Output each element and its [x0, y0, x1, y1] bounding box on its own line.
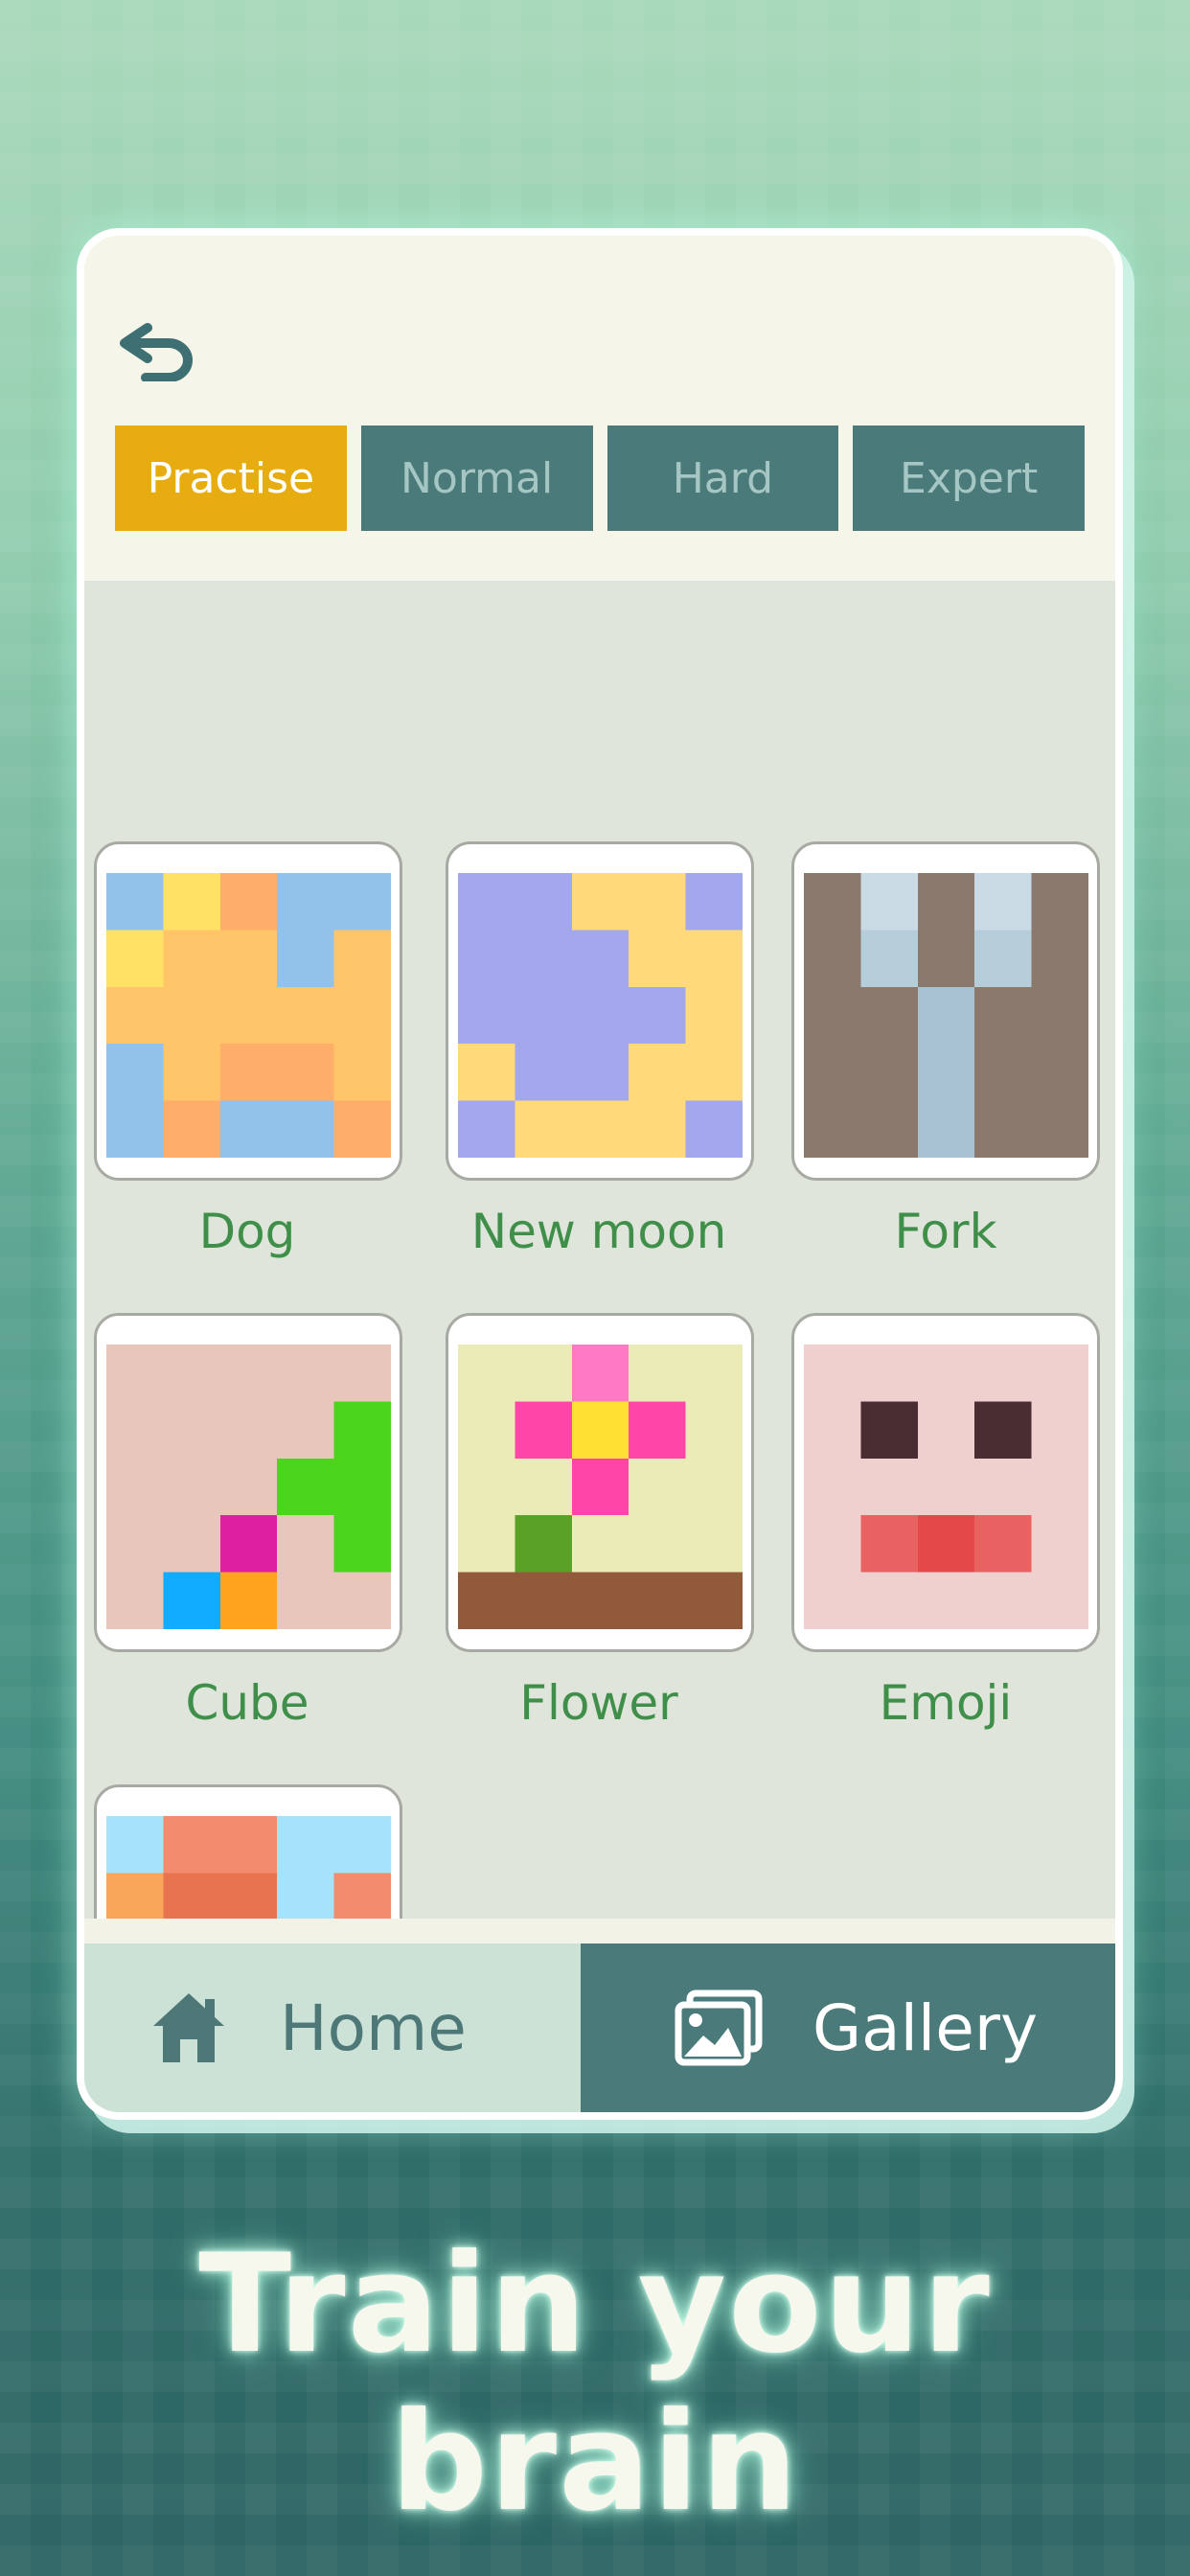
- nav-gallery-label: Gallery: [812, 1990, 1039, 2065]
- nav-home-label: Home: [280, 1990, 467, 2065]
- puzzle-card-new-moon[interactable]: [446, 841, 754, 1181]
- fork-thumbnail: [804, 873, 1088, 1158]
- puzzle-label: Fork: [894, 1204, 997, 1259]
- puzzle-label: Flower: [519, 1675, 678, 1731]
- puzzle-card-fork[interactable]: [791, 841, 1100, 1181]
- dog-thumbnail: [106, 873, 391, 1158]
- cube-thumbnail: [106, 1345, 391, 1629]
- header: Practise Normal Hard Expert: [84, 236, 1115, 581]
- puzzle-card-cube[interactable]: [94, 1313, 402, 1652]
- divider-strip: [84, 1919, 1115, 1944]
- puzzle-label: Cube: [185, 1675, 309, 1731]
- puzzle-label: Dog: [198, 1204, 296, 1259]
- puzzle-card-flower[interactable]: [446, 1313, 754, 1652]
- flower-thumbnail: [458, 1345, 743, 1629]
- back-button[interactable]: [113, 310, 205, 387]
- undo-arrow-icon: [120, 323, 193, 381]
- nav-home-button[interactable]: Home: [84, 1944, 581, 2112]
- puzzle-label: Emoji: [879, 1675, 1013, 1731]
- puzzle-label: New moon: [470, 1204, 727, 1259]
- emoji-thumbnail: [804, 1345, 1088, 1629]
- tab-practise[interactable]: Practise: [115, 426, 347, 531]
- new-moon-thumbnail: [458, 873, 743, 1158]
- home-icon: [153, 1993, 224, 2062]
- promo-headline: Train your brain: [198, 2225, 992, 2542]
- puzzle-card-emoji[interactable]: [791, 1313, 1100, 1652]
- difficulty-tabs: Practise Normal Hard Expert: [115, 426, 1085, 531]
- bottom-nav: Home Gallery: [84, 1944, 1115, 2112]
- tab-expert[interactable]: Expert: [853, 426, 1085, 531]
- nav-gallery-button[interactable]: Gallery: [581, 1944, 1115, 2112]
- puzzle-card-dog[interactable]: [94, 841, 402, 1181]
- tab-hard[interactable]: Hard: [606, 426, 839, 531]
- tab-normal[interactable]: Normal: [360, 426, 593, 531]
- puzzle-grid: Dog New moon Fork Cube Flower Emoji: [84, 581, 1115, 2112]
- image-icon: [675, 1990, 763, 2066]
- app-screen: Practise Normal Hard Expert Dog New moon…: [77, 228, 1123, 2120]
